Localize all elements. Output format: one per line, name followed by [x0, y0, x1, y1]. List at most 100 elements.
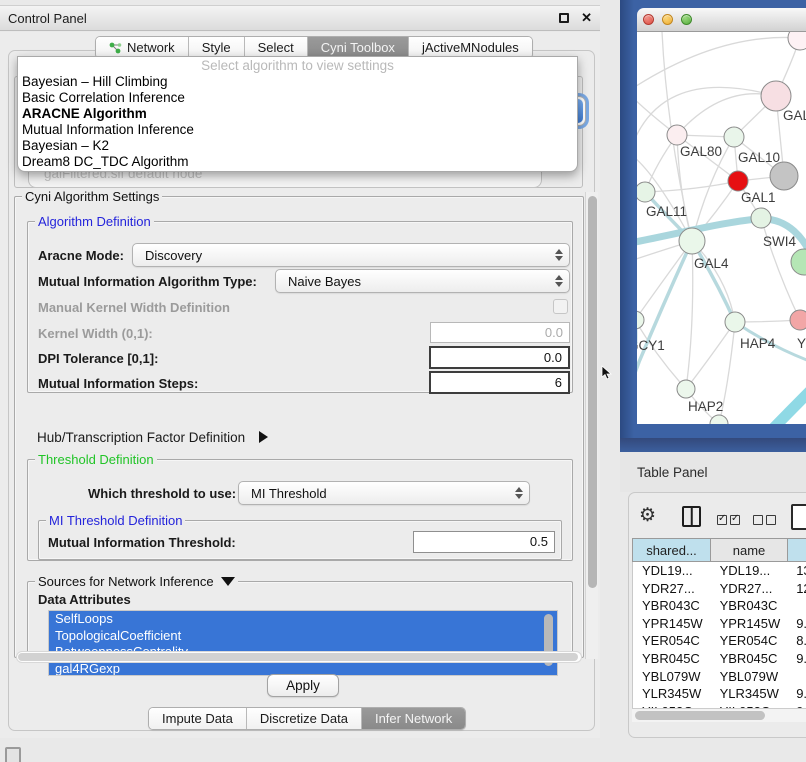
- gear-icon[interactable]: ⚙: [639, 506, 656, 526]
- network-node-label: HAP2: [688, 399, 723, 414]
- network-node-label: GAL10: [738, 150, 780, 165]
- table-cell: 9.: [787, 650, 806, 668]
- table-panel-header: Table Panel: [620, 452, 806, 492]
- algorithm-option[interactable]: Dream8 DC_TDC Algorithm: [18, 154, 577, 170]
- table-cell: YBR043C: [711, 597, 788, 615]
- float-window-icon[interactable]: [559, 13, 569, 23]
- network-node[interactable]: [724, 127, 744, 147]
- which-threshold-combobox[interactable]: MI Threshold: [238, 481, 530, 505]
- apply-button[interactable]: Apply: [267, 674, 339, 697]
- network-node[interactable]: [761, 81, 791, 111]
- table-column-header[interactable]: shared...: [632, 538, 710, 562]
- sources-title-row[interactable]: Sources for Network Inference: [35, 574, 238, 589]
- data-attributes-list[interactable]: SelfLoopsTopologicalCoefficientBetweenne…: [48, 610, 558, 676]
- minimized-panel-icon[interactable]: [5, 747, 21, 762]
- network-node[interactable]: [637, 182, 655, 202]
- aracne-mode-combobox[interactable]: Discovery: [132, 243, 570, 267]
- algorithm-option[interactable]: Bayesian – K2: [18, 138, 577, 154]
- table-row[interactable]: YBR043CYBR043C: [633, 597, 806, 615]
- table-column-header[interactable]: name: [710, 538, 787, 562]
- network-node[interactable]: [788, 32, 806, 50]
- zoom-traffic-light-icon[interactable]: [681, 14, 692, 25]
- network-node[interactable]: [791, 249, 806, 275]
- table-row[interactable]: YPR145WYPR145W9.: [633, 615, 806, 633]
- network-node-label: GCY1: [637, 338, 665, 353]
- algorithm-option[interactable]: Bayesian – Hill Climbing: [18, 74, 577, 90]
- kernel-width-field[interactable]: 0.0: [430, 322, 570, 343]
- algorithm-option[interactable]: Mutual Information Inference: [18, 122, 577, 138]
- tab-cyni-toolbox[interactable]: Cyni Toolbox: [308, 37, 409, 58]
- select-all-columns-icon[interactable]: [717, 512, 740, 530]
- table-cell: YER054C: [633, 632, 711, 650]
- attribute-list-item[interactable]: TopologicalCoefficient: [49, 628, 557, 645]
- tab-impute-data[interactable]: Impute Data: [149, 708, 247, 729]
- table-row[interactable]: YER054CYER054C8.: [633, 632, 806, 650]
- network-node[interactable]: [710, 415, 728, 424]
- network-node[interactable]: [790, 310, 806, 330]
- algorithm-option[interactable]: Basic Correlation Inference: [18, 90, 577, 106]
- dpi-tolerance-label: DPI Tolerance [0,1]:: [38, 351, 158, 366]
- mi-threshold-label: Mutual Information Threshold:: [48, 535, 236, 550]
- table-row[interactable]: YBR045CYBR045C9.: [633, 650, 806, 668]
- new-column-icon[interactable]: [791, 504, 806, 530]
- settings-hscroll-thumb[interactable]: [18, 653, 578, 661]
- network-node[interactable]: [728, 171, 748, 191]
- tab-style[interactable]: Style: [189, 37, 245, 58]
- table-cell: YDR27...: [711, 580, 788, 598]
- network-node-label: GAL: [783, 108, 806, 123]
- network-node[interactable]: [677, 380, 695, 398]
- table-panel-title: Table Panel: [637, 465, 708, 480]
- close-traffic-light-icon[interactable]: [643, 14, 654, 25]
- network-node[interactable]: [667, 125, 687, 145]
- table-cell: 9.: [787, 685, 806, 703]
- cyni-algorithm-settings-group: Cyni Algorithm Settings Algorithm Defini…: [14, 196, 584, 658]
- mi-threshold-field[interactable]: 0.5: [413, 531, 555, 553]
- table-cell: YLR345W: [633, 685, 711, 703]
- network-window-titlebar[interactable]: [637, 8, 806, 32]
- network-node[interactable]: [770, 162, 798, 190]
- table-row[interactable]: YDL19...YDL19...13: [633, 562, 806, 580]
- table-cell: YBR045C: [633, 650, 711, 668]
- network-node[interactable]: [637, 311, 644, 329]
- tab-infer-network[interactable]: Infer Network: [362, 708, 465, 729]
- table-hscroll-thumb[interactable]: [635, 711, 765, 720]
- tab-select[interactable]: Select: [245, 37, 308, 58]
- settings-horizontal-scrollbar[interactable]: [16, 651, 582, 663]
- table-horizontal-scrollbar[interactable]: [632, 708, 806, 722]
- algorithm-option[interactable]: ARACNE Algorithm: [18, 106, 577, 122]
- manual-kernel-checkbox[interactable]: [553, 299, 568, 314]
- tab-network-label: Network: [127, 40, 175, 55]
- combo-stepper-icon: [514, 487, 522, 499]
- network-node-label: GAL11: [646, 204, 687, 219]
- table-cell: YPR145W: [633, 615, 711, 633]
- dpi-tolerance-field[interactable]: 0.0: [429, 346, 570, 369]
- algorithm-dropdown-popup: Select algorithm to view settings Bayesi…: [17, 56, 578, 172]
- which-threshold-label: Which threshold to use:: [88, 486, 236, 501]
- mi-steps-field[interactable]: 6: [429, 371, 570, 394]
- network-node[interactable]: [679, 228, 705, 254]
- settings-vscroll-thumb[interactable]: [588, 196, 597, 588]
- aracne-mode-label: Aracne Mode:: [38, 248, 124, 263]
- table-row[interactable]: YLR345WYLR345W9.: [633, 685, 806, 703]
- tab-network[interactable]: Network: [96, 37, 189, 58]
- tab-jactivemnodules[interactable]: jActiveMNodules: [409, 37, 532, 58]
- mouse-cursor: [601, 365, 612, 381]
- network-node[interactable]: [751, 208, 771, 228]
- settings-vertical-scrollbar[interactable]: [585, 192, 598, 659]
- mi-type-combobox[interactable]: Naive Bayes: [275, 269, 570, 293]
- unselect-all-columns-icon[interactable]: [753, 512, 776, 530]
- which-threshold-value: MI Threshold: [251, 486, 327, 501]
- table-row[interactable]: YBL079WYBL079W: [633, 668, 806, 686]
- split-columns-icon[interactable]: [682, 506, 701, 527]
- algorithm-definition-title: Algorithm Definition: [35, 214, 154, 229]
- control-panel-body: Network Style Select Cyni Toolbox jActiv…: [0, 32, 600, 738]
- minimize-traffic-light-icon[interactable]: [662, 14, 673, 25]
- attribute-list-item[interactable]: SelfLoops: [49, 611, 557, 628]
- table-column-header[interactable]: [787, 538, 806, 562]
- hub-factor-expander[interactable]: Hub/Transcription Factor Definition: [37, 430, 268, 445]
- network-canvas[interactable]: GALGAL80GAL10GAL1GAL11GAL4SWI4HAP4YGCY1H…: [637, 32, 806, 424]
- tab-discretize-data[interactable]: Discretize Data: [247, 708, 362, 729]
- network-node[interactable]: [725, 312, 745, 332]
- table-row[interactable]: YDR27...YDR27...12: [633, 580, 806, 598]
- close-icon[interactable]: ✕: [581, 13, 592, 23]
